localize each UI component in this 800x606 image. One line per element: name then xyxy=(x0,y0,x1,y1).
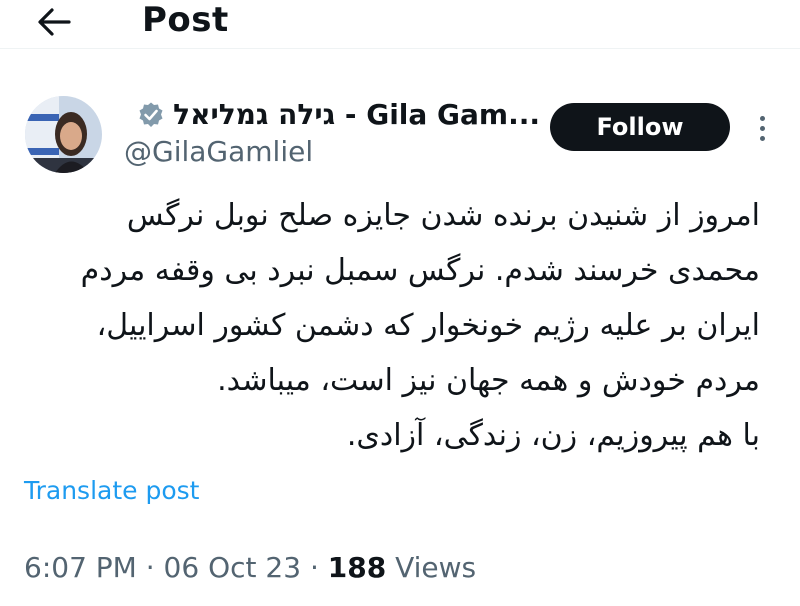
author-display-name[interactable]: גילה גמליאל - Gila Gam... xyxy=(173,97,540,133)
meta-separator: · xyxy=(309,551,319,584)
author-handle[interactable]: @GilaGamliel xyxy=(124,134,313,170)
post-meta: 6:07 PM · 06 Oct 23 · 188 Views xyxy=(24,550,476,586)
profile-photo xyxy=(25,96,102,173)
author-name-row: גילה גמליאל - Gila Gam... xyxy=(137,97,540,133)
tweet-line: امروز از شنیدن برنده شدن جایزه صلح نوبل … xyxy=(126,198,760,233)
tweet-line: محمدی خرسند شدم. نرگس سمبل نبرد بی وقفه … xyxy=(80,253,760,288)
verified-badge-icon xyxy=(137,101,165,129)
avatar[interactable] xyxy=(25,96,102,173)
views-label: Views xyxy=(395,551,477,584)
top-bar: Post xyxy=(0,0,800,49)
post-time[interactable]: 6:07 PM xyxy=(24,551,137,584)
arrow-left-icon xyxy=(38,8,71,36)
views-count: 188 xyxy=(327,551,387,584)
more-vertical-icon[interactable] xyxy=(748,108,776,148)
page-title: Post xyxy=(142,0,229,40)
tweet-line: ایران بر علیه رژیم خونخوار که دشمن کشور … xyxy=(96,308,760,343)
back-button[interactable] xyxy=(30,2,78,42)
translate-post-link[interactable]: Translate post xyxy=(24,475,199,507)
tweet-line: مردم خودش و همه جهان نیز است، میباشد. xyxy=(217,363,760,398)
meta-separator: · xyxy=(145,551,155,584)
follow-button[interactable]: Follow xyxy=(550,103,730,151)
tweet-line: با هم پیروزیم، زن، زندگی، آزادی. xyxy=(346,418,760,453)
tweet-text: امروز از شنیدن برنده شدن جایزه صلح نوبل … xyxy=(20,188,760,463)
post-date[interactable]: 06 Oct 23 xyxy=(164,551,301,584)
